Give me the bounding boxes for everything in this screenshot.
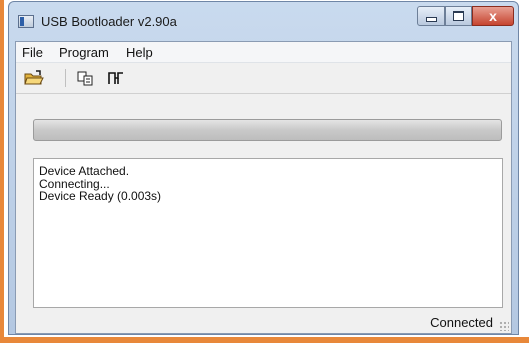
maximize-button[interactable] <box>445 6 472 26</box>
program-button[interactable] <box>74 67 98 89</box>
connection-status: Connected <box>430 315 493 330</box>
open-folder-icon <box>24 70 44 85</box>
close-button[interactable]: x <box>472 6 514 26</box>
app-window-icon <box>18 15 34 28</box>
close-icon: x <box>489 8 497 24</box>
window-title: USB Bootloader v2.90a <box>41 14 177 29</box>
open-file-button[interactable] <box>22 67 46 89</box>
reset-button[interactable] <box>104 67 128 89</box>
log-line: Device Attached. <box>39 164 130 178</box>
status-bar: Connected <box>16 312 511 333</box>
menu-program[interactable]: Program <box>59 45 109 60</box>
reset-connection-icon <box>108 72 123 84</box>
app-window: USB Bootloader v2.90a x File Program Hel… <box>8 1 519 335</box>
title-bar[interactable]: USB Bootloader v2.90a x <box>9 2 518 40</box>
log-line: Device Ready (0.003s) <box>39 189 162 203</box>
menu-file[interactable]: File <box>22 45 43 60</box>
log-output[interactable]: Device Attached. Connecting... Device Re… <box>33 158 503 308</box>
toolbar-separator <box>65 69 66 87</box>
toolbar <box>16 63 511 94</box>
resize-grip-icon[interactable] <box>499 321 509 331</box>
minimize-button[interactable] <box>417 6 445 26</box>
menu-help[interactable]: Help <box>126 45 153 60</box>
maximize-icon <box>453 11 464 21</box>
client-area: File Program Help Device Attached. Conne… <box>15 41 512 334</box>
progress-bar <box>33 119 502 141</box>
copy-pages-icon <box>77 71 93 86</box>
minimize-icon <box>425 16 437 22</box>
menu-bar: File Program Help <box>16 42 511 63</box>
